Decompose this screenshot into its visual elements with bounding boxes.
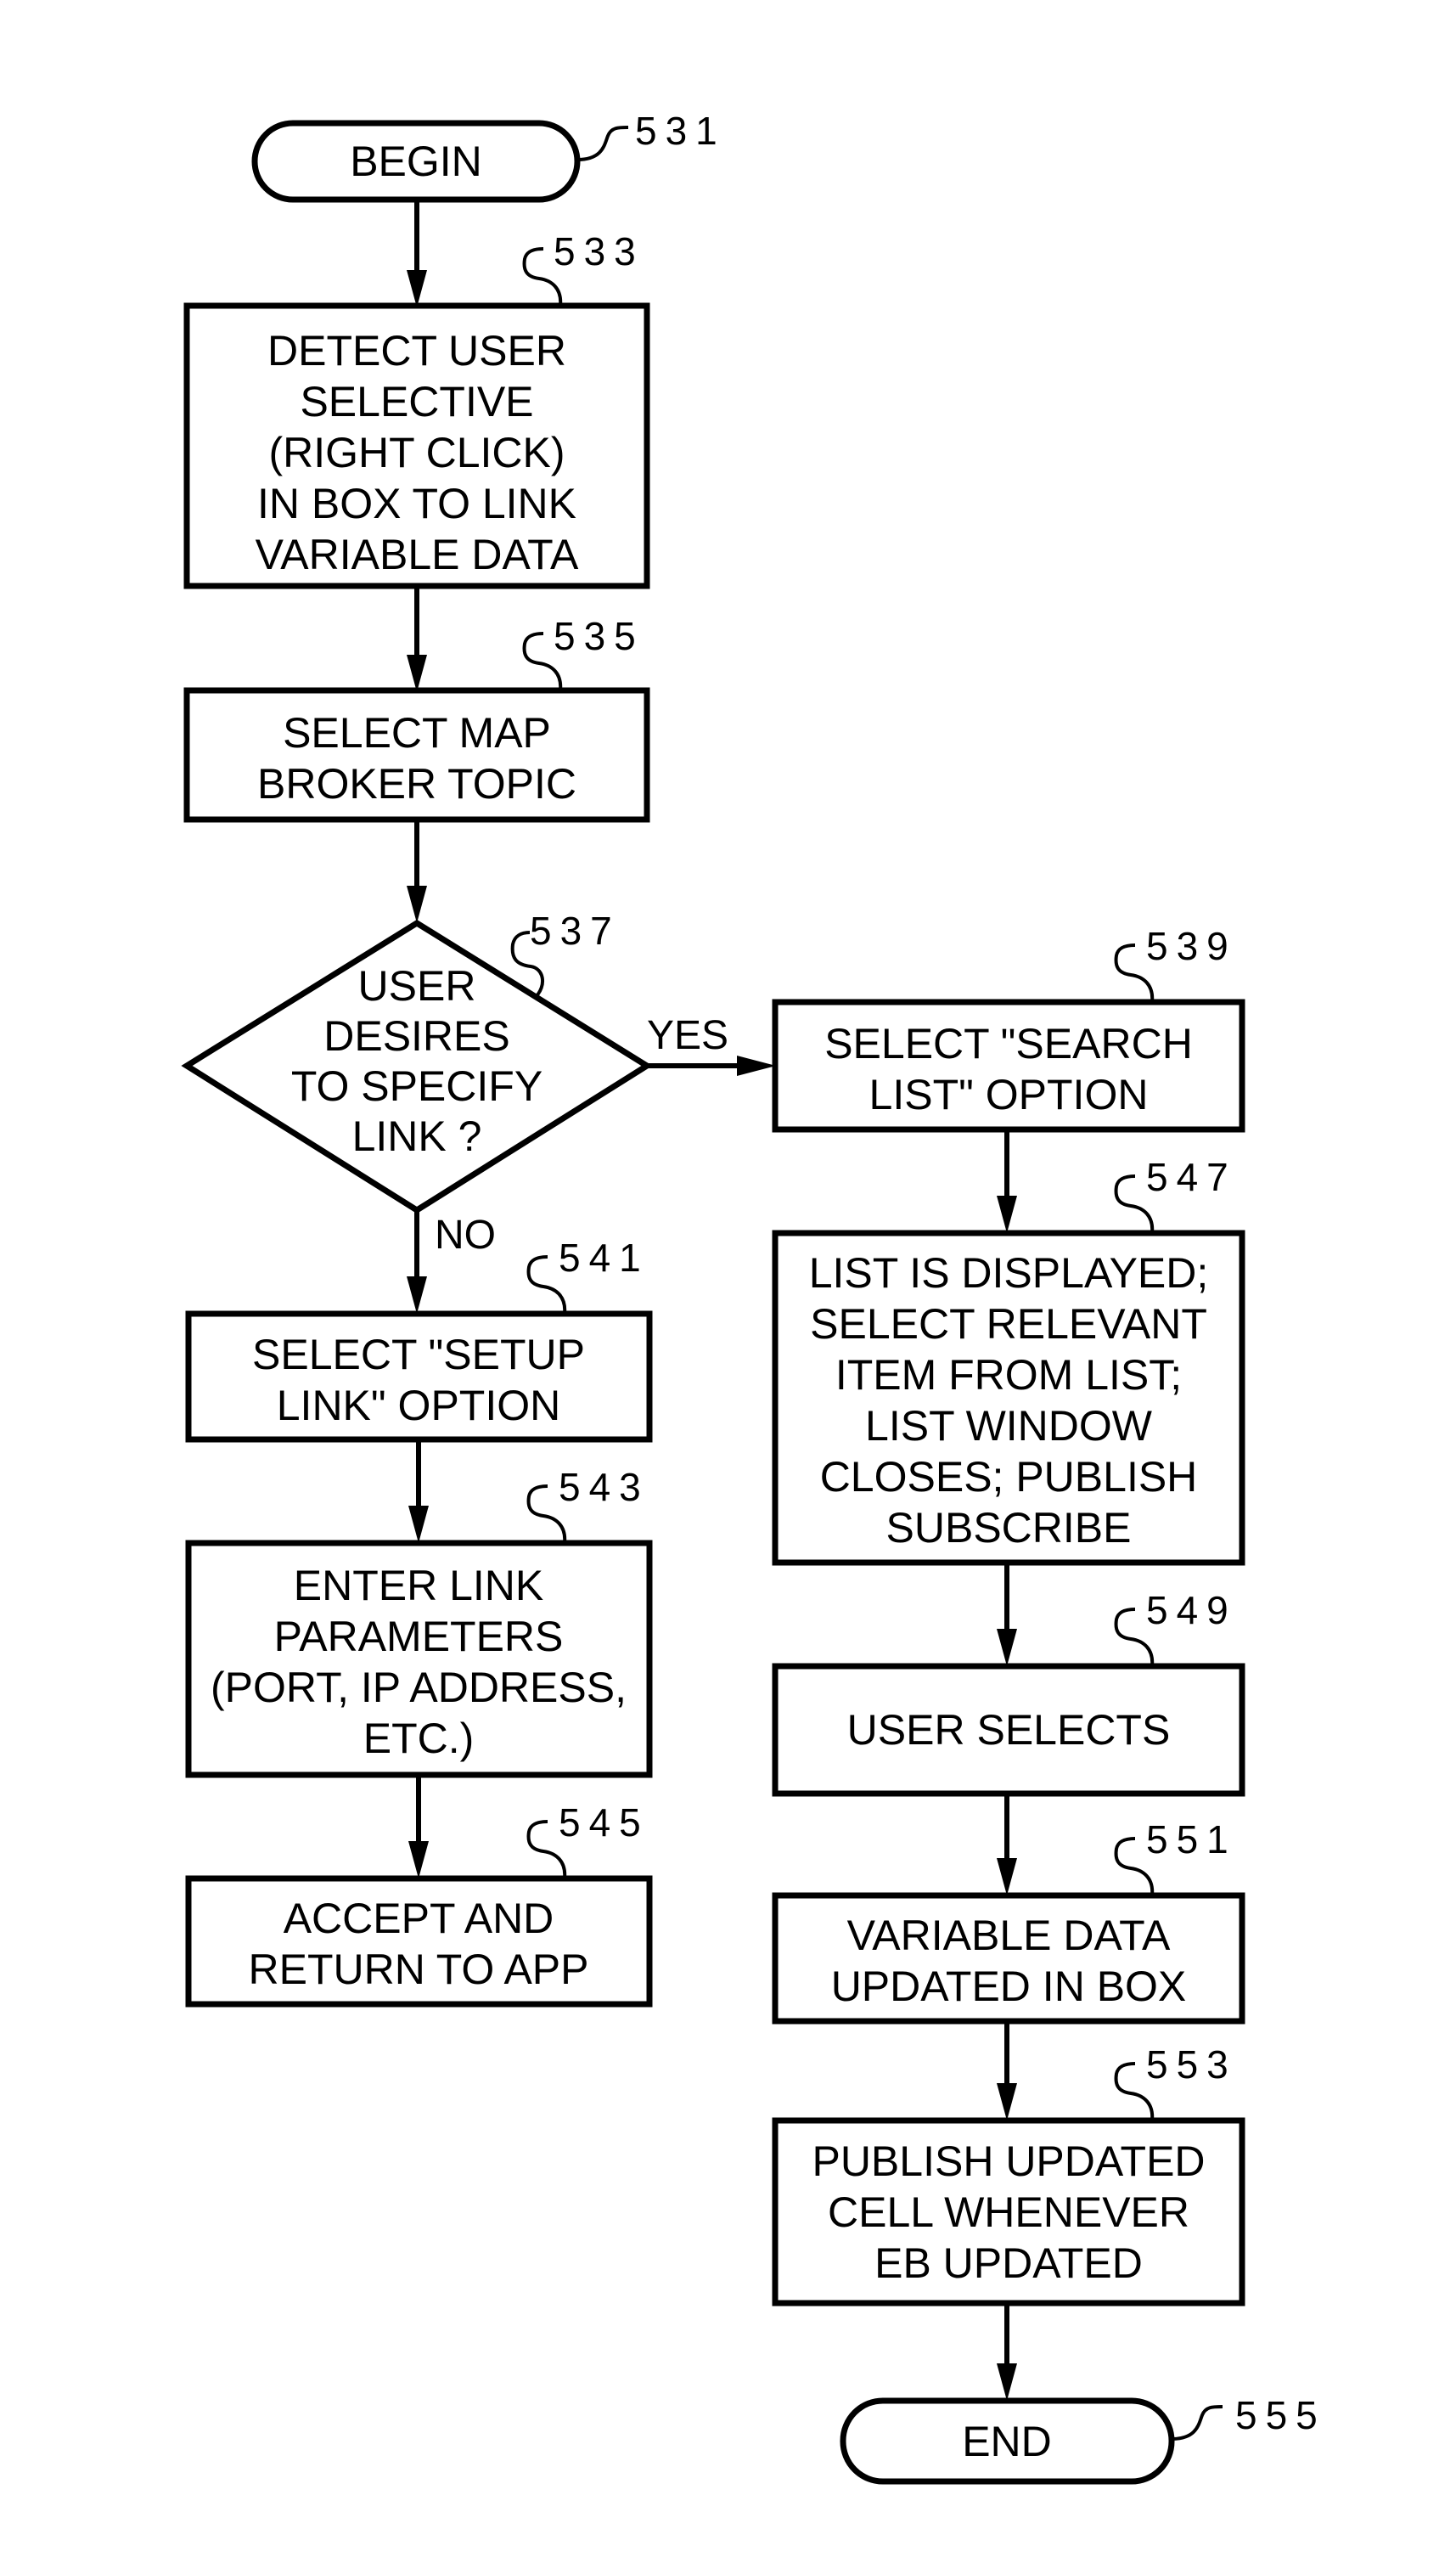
reference-numeral: 545 xyxy=(559,1800,649,1845)
reference-numeral: 555 xyxy=(1235,2393,1326,2437)
reference-numeral: 549 xyxy=(1146,1588,1237,1632)
arrowhead xyxy=(407,886,427,923)
node-label: SELECT RELEVANT xyxy=(810,1300,1207,1348)
lead-line xyxy=(1171,2405,1223,2441)
arrowhead xyxy=(407,270,427,307)
node-label: (RIGHT CLICK) xyxy=(268,429,565,476)
node-label: TO SPECIFY xyxy=(291,1062,542,1110)
node-label: UPDATED IN BOX xyxy=(831,1963,1187,2010)
arrowhead xyxy=(997,1858,1017,1895)
node-search-list: SELECT "SEARCH LIST" OPTION 539 xyxy=(772,924,1245,1133)
node-label: VARIABLE DATA xyxy=(847,1912,1171,1959)
node-label: ENTER LINK xyxy=(294,1562,544,1609)
arrowhead xyxy=(407,1276,427,1314)
node-label: SELECT "SEARCH xyxy=(824,1020,1193,1067)
node-label: PARAMETERS xyxy=(274,1613,564,1660)
flowchart: BEGIN 531 DETECT USER SELECTIVE (RIGHT C… xyxy=(181,109,1326,2485)
node-label: DETECT USER xyxy=(267,327,566,375)
no-label: NO xyxy=(435,1213,496,1258)
node-label: LIST IS DISPLAYED; xyxy=(809,1249,1209,1297)
node-label: CELL WHENEVER xyxy=(828,2188,1189,2236)
node-label: SUBSCRIBE xyxy=(886,1504,1132,1552)
node-label: ACCEPT AND xyxy=(284,1895,554,1942)
reference-numeral: 543 xyxy=(559,1465,649,1509)
node-label: BEGIN xyxy=(350,138,482,185)
node-label: PUBLISH UPDATED xyxy=(812,2137,1205,2185)
node-begin: BEGIN 531 xyxy=(251,109,726,203)
node-label: SELECT "SETUP xyxy=(252,1331,585,1378)
lead-line xyxy=(576,126,629,161)
reference-numeral: 553 xyxy=(1146,2042,1237,2087)
node-label: ITEM FROM LIST; xyxy=(835,1351,1182,1399)
node-label: VARIABLE DATA xyxy=(256,531,579,578)
node-label: RETURN TO APP xyxy=(248,1946,588,1993)
node-label: LINK ? xyxy=(352,1112,482,1160)
arrowhead xyxy=(737,1056,776,1076)
node-decision: USER DESIRES TO SPECIFY LINK ? 537 YES N… xyxy=(181,909,728,1258)
node-label: BROKER TOPIC xyxy=(257,760,576,808)
reference-numeral: 541 xyxy=(559,1236,649,1280)
yes-label: YES xyxy=(647,1013,728,1058)
arrowhead xyxy=(997,1196,1017,1233)
node-label: LIST WINDOW xyxy=(865,1402,1153,1450)
node-label: IN BOX TO LINK xyxy=(257,480,576,527)
node-label: ETC.) xyxy=(363,1715,475,1762)
node-label: EB UPDATED xyxy=(874,2239,1143,2287)
node-label: USER SELECTS xyxy=(847,1706,1171,1754)
reference-numeral: 535 xyxy=(554,614,644,658)
node-label: USER xyxy=(358,962,476,1010)
arrowhead xyxy=(997,1629,1017,1666)
node-label: DESIRES xyxy=(323,1012,510,1060)
node-label: LINK" OPTION xyxy=(277,1382,560,1429)
arrowhead xyxy=(997,2083,1017,2121)
node-label: SELECT MAP xyxy=(283,709,551,757)
arrowhead xyxy=(407,655,427,692)
reference-numeral: 551 xyxy=(1146,1817,1237,1861)
node-end: END 555 xyxy=(840,2393,1326,2485)
node-label: END xyxy=(962,2418,1052,2465)
reference-numeral: 537 xyxy=(530,909,621,953)
reference-numeral: 547 xyxy=(1146,1155,1237,1199)
reference-numeral: 531 xyxy=(635,109,726,153)
reference-numeral: 533 xyxy=(554,229,644,273)
node-label: (PORT, IP ADDRESS, xyxy=(211,1664,627,1711)
arrowhead xyxy=(997,2363,1017,2401)
node-label: CLOSES; PUBLISH xyxy=(820,1453,1198,1501)
arrowhead xyxy=(408,1841,429,1878)
node-label: SELECTIVE xyxy=(300,378,533,425)
arrowhead xyxy=(408,1506,429,1543)
node-label: LIST" OPTION xyxy=(869,1071,1149,1118)
reference-numeral: 539 xyxy=(1146,924,1237,968)
